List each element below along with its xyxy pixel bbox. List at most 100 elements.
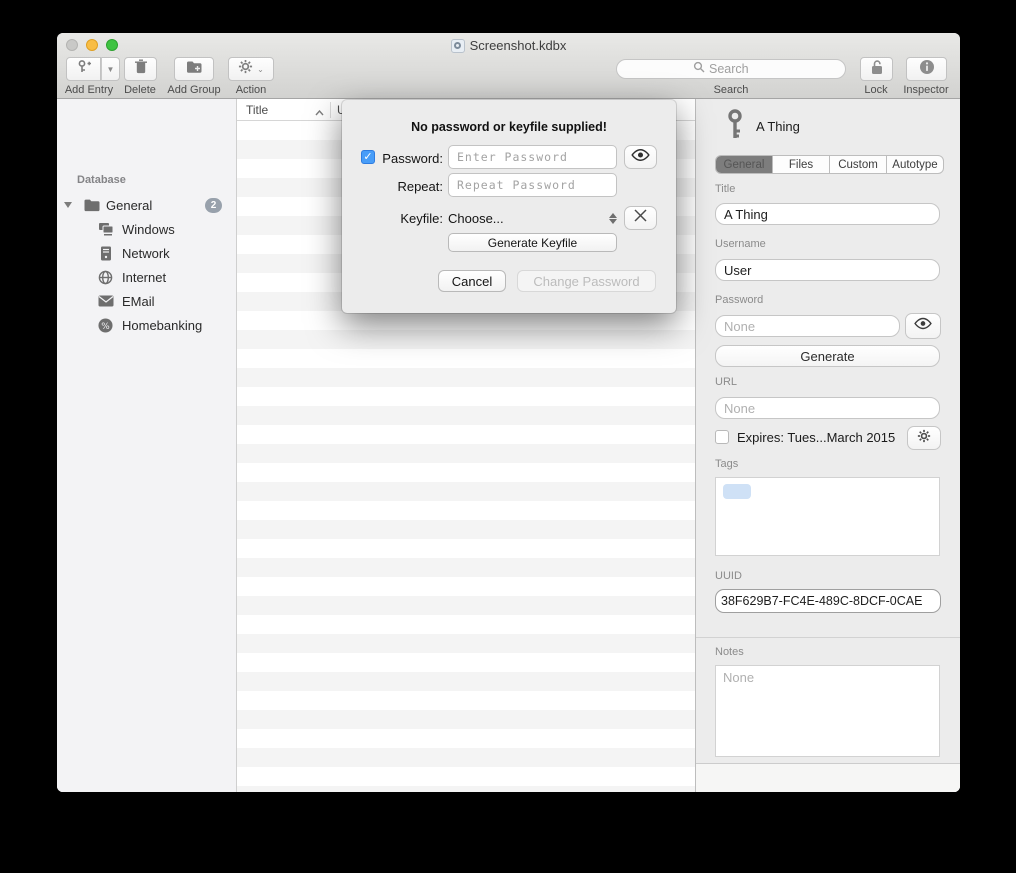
expires-options-button[interactable] xyxy=(907,426,941,450)
tab-files[interactable]: Files xyxy=(773,156,830,173)
password-field[interactable] xyxy=(715,315,900,337)
expires-label: Expires: Tues...March 2015 xyxy=(737,430,895,445)
disclosure-triangle-icon[interactable] xyxy=(64,202,72,208)
envelope-icon xyxy=(97,293,114,310)
expires-checkbox[interactable] xyxy=(715,430,729,444)
dialog-message: No password or keyfile supplied! xyxy=(342,120,676,134)
info-icon xyxy=(919,59,935,80)
lock-label: Lock xyxy=(864,84,887,96)
eye-icon xyxy=(630,148,651,167)
password-field-label: Password xyxy=(715,294,763,306)
url-field[interactable] xyxy=(715,397,940,419)
tags-box[interactable] xyxy=(715,477,940,556)
reveal-password-button[interactable] xyxy=(624,145,657,169)
add-entry-label: Add Entry xyxy=(65,84,113,96)
repeat-label: Repeat: xyxy=(380,179,443,194)
inspector-button[interactable] xyxy=(906,57,947,81)
keyfile-popup-value: Choose... xyxy=(448,211,504,226)
stepper-icon xyxy=(609,213,617,224)
title-field-label: Title xyxy=(715,183,735,195)
username-field[interactable] xyxy=(715,259,940,281)
password-label: Password: xyxy=(380,151,443,166)
generate-keyfile-button[interactable]: Generate Keyfile xyxy=(448,233,617,252)
reveal-password-button[interactable] xyxy=(905,313,941,339)
inspector-panel: A Thing General Files Custom Autotype Ti… xyxy=(696,99,960,792)
sidebar-item-windows[interactable]: Windows xyxy=(57,219,237,239)
windows-icon xyxy=(97,221,114,238)
notes-field-label: Notes xyxy=(715,646,744,658)
window-title-area: Screenshot.kdbx xyxy=(57,37,960,54)
search-label: Search xyxy=(714,84,749,96)
sort-ascending-icon xyxy=(315,105,324,119)
delete-label: Delete xyxy=(124,84,156,96)
lock-icon xyxy=(870,59,884,80)
tab-general[interactable]: General xyxy=(716,156,773,173)
gear-icon xyxy=(238,59,253,79)
change-password-dialog: No password or keyfile supplied! ✓ Passw… xyxy=(342,100,676,313)
svg-text:%: % xyxy=(101,321,109,331)
gear-icon xyxy=(917,429,931,448)
notes-field[interactable] xyxy=(715,665,940,757)
chevron-down-icon: ⌄ xyxy=(257,65,264,74)
sidebar-item-email[interactable]: EMail xyxy=(57,291,237,311)
inspector-label: Inspector xyxy=(903,84,948,96)
clear-keyfile-button[interactable] xyxy=(624,206,657,230)
password-checkbox[interactable]: ✓ xyxy=(361,150,375,164)
globe-icon xyxy=(97,269,114,286)
document-icon xyxy=(451,39,465,53)
action-button[interactable]: ⌄ xyxy=(228,57,274,81)
tags-field-label: Tags xyxy=(715,458,738,470)
eye-icon xyxy=(913,317,933,335)
cancel-button[interactable]: Cancel xyxy=(438,270,506,292)
sidebar-item-label: Network xyxy=(122,246,170,261)
repeat-password-input[interactable] xyxy=(448,173,617,197)
search-field[interactable] xyxy=(616,59,846,79)
sidebar-item-general[interactable]: General 2 xyxy=(57,195,237,215)
trash-icon xyxy=(134,59,148,79)
action-label: Action xyxy=(236,84,267,96)
titlebar-toolbar: Screenshot.kdbx ▼ Add Entry Del xyxy=(57,33,960,99)
add-group-button[interactable] xyxy=(174,57,214,81)
sidebar-item-homebanking[interactable]: % Homebanking xyxy=(57,315,237,335)
generate-password-button[interactable]: Generate xyxy=(715,345,940,367)
url-field-label: URL xyxy=(715,376,737,388)
search-input[interactable] xyxy=(709,62,769,76)
entry-title: A Thing xyxy=(756,119,800,134)
tab-custom[interactable]: Custom xyxy=(830,156,887,173)
sidebar-item-label: Windows xyxy=(122,222,175,237)
entry-count-badge: 2 xyxy=(205,198,222,213)
title-field[interactable] xyxy=(715,203,940,225)
sidebar-section-header: Database xyxy=(77,174,126,186)
sidebar-item-internet[interactable]: Internet xyxy=(57,267,237,287)
window-title: Screenshot.kdbx xyxy=(470,38,567,53)
lock-button[interactable] xyxy=(860,57,893,81)
key-icon xyxy=(724,109,746,146)
inspector-footer xyxy=(696,763,960,792)
sidebar-item-label: General xyxy=(106,198,152,213)
column-header-title[interactable]: Title xyxy=(246,103,268,117)
notes-divider xyxy=(696,637,960,638)
add-group-label: Add Group xyxy=(167,84,220,96)
keyfile-popup[interactable]: Choose... xyxy=(448,206,617,230)
sidebar: Database General 2 Windows xyxy=(57,99,237,792)
percent-icon: % xyxy=(97,317,114,334)
tab-autotype[interactable]: Autotype xyxy=(887,156,943,173)
search-icon xyxy=(693,60,705,78)
column-divider[interactable] xyxy=(330,102,331,118)
add-entry-dropdown-button[interactable]: ▼ xyxy=(101,57,120,81)
folder-plus-icon xyxy=(186,60,203,79)
keyfile-label: Keyfile: xyxy=(380,211,443,226)
folder-icon xyxy=(83,197,100,214)
sidebar-item-label: Homebanking xyxy=(122,318,202,333)
chevron-down-icon: ▼ xyxy=(107,65,115,74)
change-password-button[interactable]: Change Password xyxy=(517,270,656,292)
username-field-label: Username xyxy=(715,238,766,250)
tag-pill[interactable] xyxy=(723,484,751,499)
password-input[interactable] xyxy=(448,145,617,169)
add-entry-button[interactable] xyxy=(66,57,101,81)
delete-button[interactable] xyxy=(124,57,157,81)
server-icon xyxy=(97,245,114,262)
uuid-field[interactable] xyxy=(715,589,941,613)
uuid-field-label: UUID xyxy=(715,570,742,582)
sidebar-item-network[interactable]: Network xyxy=(57,243,237,263)
